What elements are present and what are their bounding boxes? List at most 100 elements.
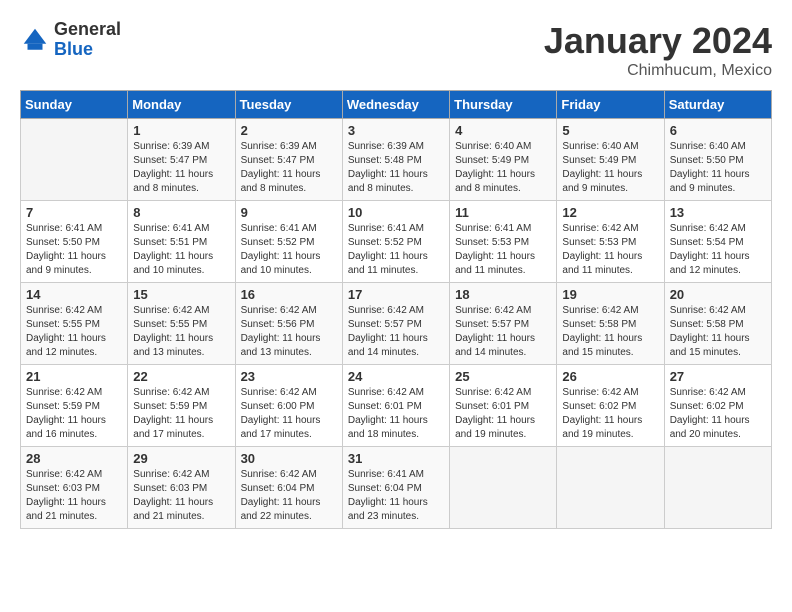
day-number: 31 xyxy=(348,451,444,466)
table-row: 21Sunrise: 6:42 AM Sunset: 5:59 PM Dayli… xyxy=(21,365,128,447)
day-info: Sunrise: 6:42 AM Sunset: 5:59 PM Dayligh… xyxy=(133,386,229,442)
day-number: 15 xyxy=(133,287,229,302)
day-number: 25 xyxy=(455,369,551,384)
table-row xyxy=(21,119,128,201)
day-number: 30 xyxy=(241,451,337,466)
table-row xyxy=(450,447,557,529)
day-number: 13 xyxy=(670,205,766,220)
day-info: Sunrise: 6:39 AM Sunset: 5:47 PM Dayligh… xyxy=(133,140,229,196)
day-number: 24 xyxy=(348,369,444,384)
table-row: 30 Sunrise: 6:42 AM Sunset: 6:04 PM Dayli… xyxy=(235,447,342,529)
day-number: 3 xyxy=(348,123,444,138)
day-info: Sunrise: 6:42 AM Sunset: 6:03 PM Dayligh… xyxy=(133,468,229,524)
day-info: Sunrise: 6:42 AM Sunset: 5:54 PM Dayligh… xyxy=(670,222,766,278)
day-info: Sunrise: 6:40 AM Sunset: 5:50 PM Dayligh… xyxy=(670,140,766,196)
day-number: 11 xyxy=(455,205,551,220)
table-row xyxy=(557,447,664,529)
day-info: Sunrise: 6:40 AM Sunset: 5:49 PM Dayligh… xyxy=(562,140,658,196)
day-number: 10 xyxy=(348,205,444,220)
col-wednesday: Wednesday xyxy=(342,91,449,119)
day-number: 2 xyxy=(241,123,337,138)
table-row: 5Sunrise: 6:40 AM Sunset: 5:49 PM Daylig… xyxy=(557,119,664,201)
table-row xyxy=(664,447,771,529)
table-row: 26 Sunrise: 6:42 AM Sunset: 6:02 PM Dayli… xyxy=(557,365,664,447)
calendar-week-row: 28 Sunrise: 6:42 AM Sunset: 6:03 PM Dayli… xyxy=(21,447,772,529)
table-row: 29 Sunrise: 6:42 AM Sunset: 6:03 PM Dayli… xyxy=(128,447,235,529)
table-row: 14 Sunrise: 6:42 AM Sunset: 5:55 PM Dayli… xyxy=(21,283,128,365)
day-number: 6 xyxy=(670,123,766,138)
day-number: 8 xyxy=(133,205,229,220)
day-info: Sunrise: 6:42 AM Sunset: 5:57 PM Dayligh… xyxy=(348,304,444,360)
day-info: Sunrise: 6:42 AM Sunset: 6:00 PM Dayligh… xyxy=(241,386,337,442)
day-number: 27 xyxy=(670,369,766,384)
day-number: 12 xyxy=(562,205,658,220)
calendar-week-row: 1 Sunrise: 6:39 AM Sunset: 5:47 PM Daylig… xyxy=(21,119,772,201)
day-number: 17 xyxy=(348,287,444,302)
day-info: Sunrise: 6:42 AM Sunset: 5:58 PM Dayligh… xyxy=(670,304,766,360)
day-info: Sunrise: 6:42 AM Sunset: 6:03 PM Dayligh… xyxy=(26,468,122,524)
calendar-week-row: 7 Sunrise: 6:41 AM Sunset: 5:50 PM Daylig… xyxy=(21,201,772,283)
table-row: 31 Sunrise: 6:41 AM Sunset: 6:04 PM Dayli… xyxy=(342,447,449,529)
title-block: January 2024 Chimhucum, Mexico xyxy=(544,20,772,80)
day-info: Sunrise: 6:41 AM Sunset: 6:04 PM Dayligh… xyxy=(348,468,444,524)
logo-icon xyxy=(20,25,50,55)
day-info: Sunrise: 6:41 AM Sunset: 5:52 PM Dayligh… xyxy=(241,222,337,278)
table-row: 27 Sunrise: 6:42 AM Sunset: 6:02 PM Dayli… xyxy=(664,365,771,447)
table-row: 12 Sunrise: 6:42 AM Sunset: 5:53 PM Dayli… xyxy=(557,201,664,283)
table-row: 1 Sunrise: 6:39 AM Sunset: 5:47 PM Daylig… xyxy=(128,119,235,201)
day-number: 20 xyxy=(670,287,766,302)
table-row: 28 Sunrise: 6:42 AM Sunset: 6:03 PM Dayli… xyxy=(21,447,128,529)
col-tuesday: Tuesday xyxy=(235,91,342,119)
day-number: 1 xyxy=(133,123,229,138)
day-info: Sunrise: 6:41 AM Sunset: 5:53 PM Dayligh… xyxy=(455,222,551,278)
day-number: 29 xyxy=(133,451,229,466)
location: Chimhucum, Mexico xyxy=(544,62,772,80)
table-row: 20 Sunrise: 6:42 AM Sunset: 5:58 PM Dayli… xyxy=(664,283,771,365)
table-row: 23 Sunrise: 6:42 AM Sunset: 6:00 PM Dayli… xyxy=(235,365,342,447)
day-number: 9 xyxy=(241,205,337,220)
table-row: 17 Sunrise: 6:42 AM Sunset: 5:57 PM Dayli… xyxy=(342,283,449,365)
day-number: 7 xyxy=(26,205,122,220)
day-number: 23 xyxy=(241,369,337,384)
col-saturday: Saturday xyxy=(664,91,771,119)
col-thursday: Thursday xyxy=(450,91,557,119)
day-info: Sunrise: 6:42 AM Sunset: 6:01 PM Dayligh… xyxy=(455,386,551,442)
calendar-table: Sunday Monday Tuesday Wednesday Thursday… xyxy=(20,90,772,529)
day-info: Sunrise: 6:42 AM Sunset: 6:01 PM Dayligh… xyxy=(348,386,444,442)
table-row: 3 Sunrise: 6:39 AM Sunset: 5:48 PM Daylig… xyxy=(342,119,449,201)
table-row: 24 Sunrise: 6:42 AM Sunset: 6:01 PM Dayli… xyxy=(342,365,449,447)
calendar-week-row: 21Sunrise: 6:42 AM Sunset: 5:59 PM Dayli… xyxy=(21,365,772,447)
day-info: Sunrise: 6:42 AM Sunset: 6:02 PM Dayligh… xyxy=(670,386,766,442)
day-info: Sunrise: 6:42 AM Sunset: 6:02 PM Dayligh… xyxy=(562,386,658,442)
day-number: 26 xyxy=(562,369,658,384)
day-number: 28 xyxy=(26,451,122,466)
logo-blue-text: Blue xyxy=(54,40,121,60)
day-number: 18 xyxy=(455,287,551,302)
table-row: 13 Sunrise: 6:42 AM Sunset: 5:54 PM Dayli… xyxy=(664,201,771,283)
col-friday: Friday xyxy=(557,91,664,119)
day-info: Sunrise: 6:39 AM Sunset: 5:48 PM Dayligh… xyxy=(348,140,444,196)
day-info: Sunrise: 6:42 AM Sunset: 5:57 PM Dayligh… xyxy=(455,304,551,360)
col-sunday: Sunday xyxy=(21,91,128,119)
table-row: 19Sunrise: 6:42 AM Sunset: 5:58 PM Dayli… xyxy=(557,283,664,365)
table-row: 9 Sunrise: 6:41 AM Sunset: 5:52 PM Daylig… xyxy=(235,201,342,283)
table-row: 2Sunrise: 6:39 AM Sunset: 5:47 PM Daylig… xyxy=(235,119,342,201)
day-info: Sunrise: 6:42 AM Sunset: 5:55 PM Dayligh… xyxy=(26,304,122,360)
table-row: 8 Sunrise: 6:41 AM Sunset: 5:51 PM Daylig… xyxy=(128,201,235,283)
day-info: Sunrise: 6:41 AM Sunset: 5:51 PM Dayligh… xyxy=(133,222,229,278)
day-number: 19 xyxy=(562,287,658,302)
day-info: Sunrise: 6:42 AM Sunset: 6:04 PM Dayligh… xyxy=(241,468,337,524)
day-info: Sunrise: 6:42 AM Sunset: 5:53 PM Dayligh… xyxy=(562,222,658,278)
table-row: 6 Sunrise: 6:40 AM Sunset: 5:50 PM Daylig… xyxy=(664,119,771,201)
table-row: 22 Sunrise: 6:42 AM Sunset: 5:59 PM Dayli… xyxy=(128,365,235,447)
day-number: 22 xyxy=(133,369,229,384)
day-number: 14 xyxy=(26,287,122,302)
month-title: January 2024 xyxy=(544,20,772,62)
day-info: Sunrise: 6:42 AM Sunset: 5:59 PM Dayligh… xyxy=(26,386,122,442)
day-info: Sunrise: 6:41 AM Sunset: 5:50 PM Dayligh… xyxy=(26,222,122,278)
calendar-header-row: Sunday Monday Tuesday Wednesday Thursday… xyxy=(21,91,772,119)
table-row: 18 Sunrise: 6:42 AM Sunset: 5:57 PM Dayli… xyxy=(450,283,557,365)
page-header: General Blue January 2024 Chimhucum, Mex… xyxy=(20,20,772,80)
table-row: 4Sunrise: 6:40 AM Sunset: 5:49 PM Daylig… xyxy=(450,119,557,201)
logo: General Blue xyxy=(20,20,121,60)
